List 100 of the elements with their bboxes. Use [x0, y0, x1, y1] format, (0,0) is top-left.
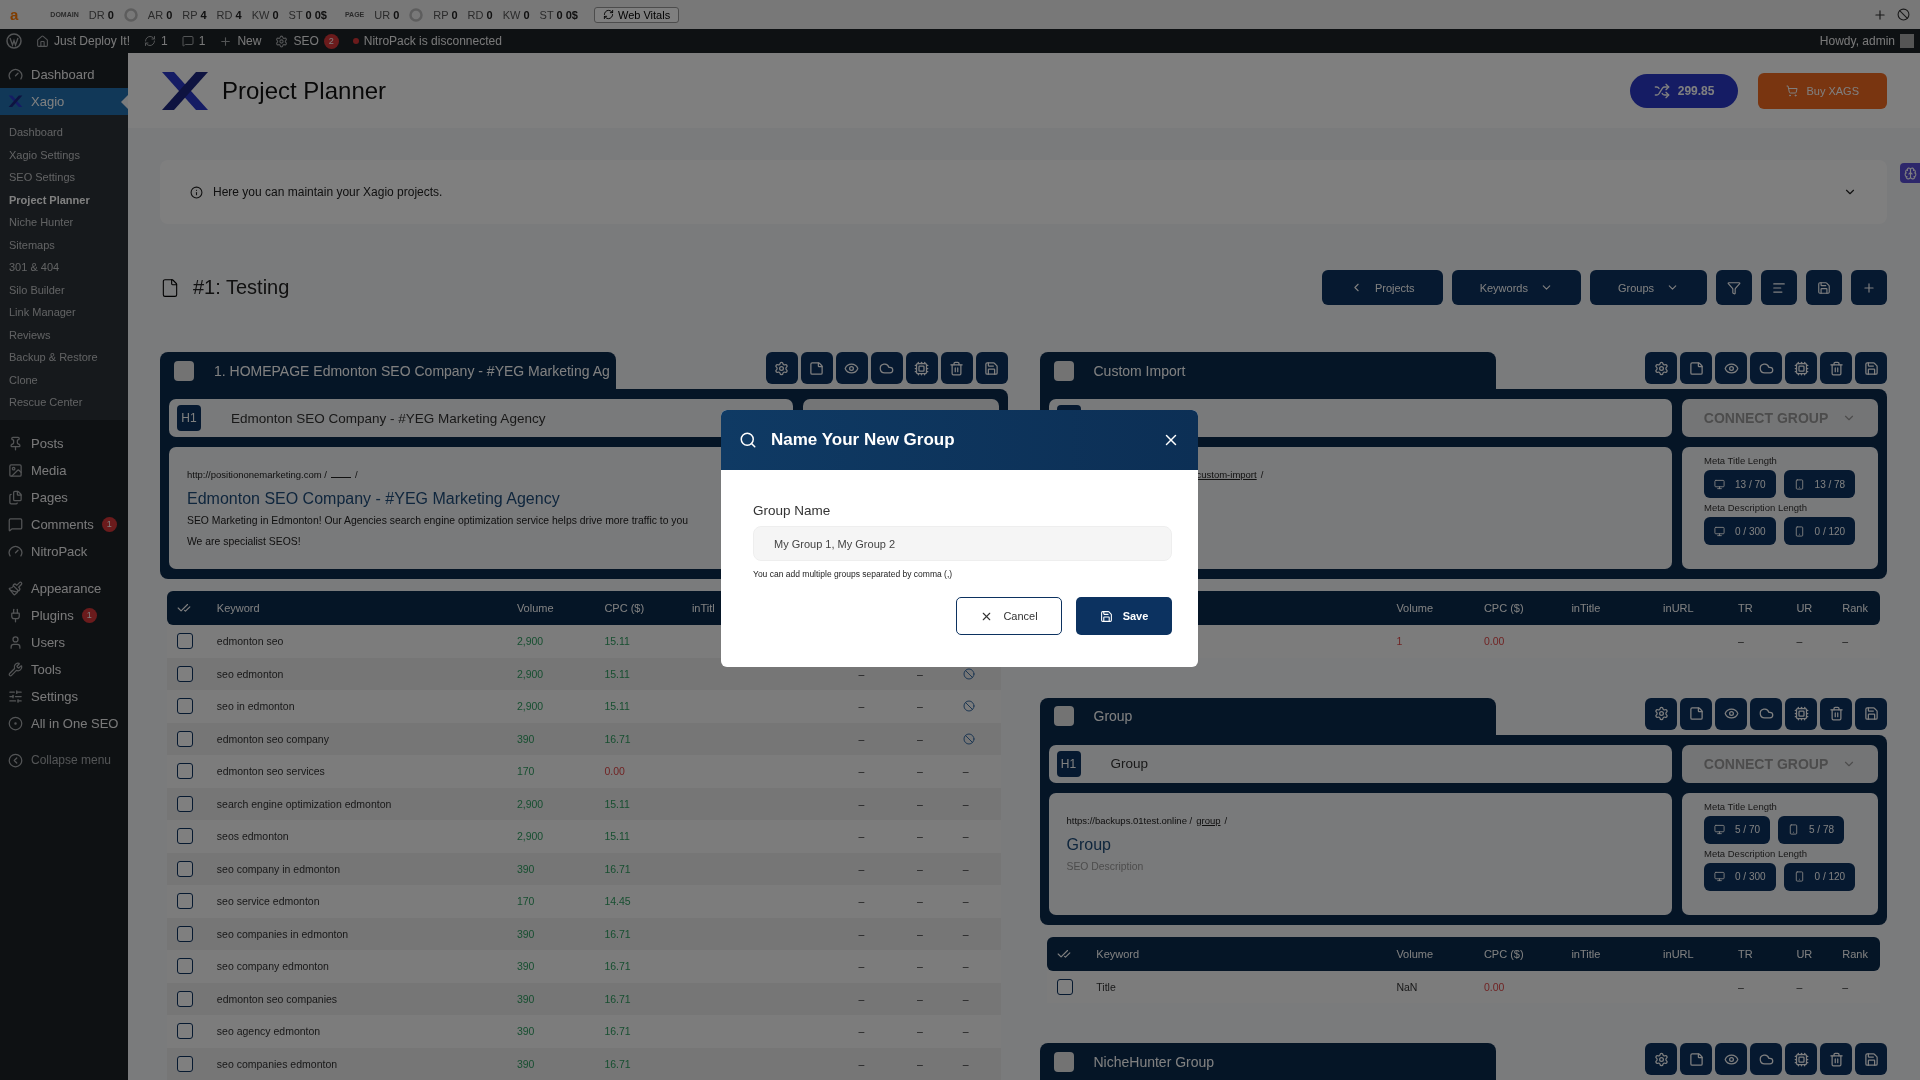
- balance-button[interactable]: 299.85: [1629, 73, 1739, 108]
- card-checkbox[interactable]: [1053, 1051, 1074, 1072]
- row-checkbox[interactable]: [177, 730, 193, 747]
- cloud-button[interactable]: [1750, 1043, 1782, 1075]
- card-checkbox[interactable]: [1053, 360, 1074, 381]
- card-checkbox[interactable]: [1053, 706, 1074, 726]
- double-check-icon[interactable]: [177, 601, 191, 615]
- row-checkbox[interactable]: [177, 990, 193, 1007]
- logo-icon[interactable]: [6, 33, 22, 49]
- settings-button[interactable]: [1645, 697, 1677, 730]
- save-button[interactable]: [1855, 352, 1887, 384]
- group-name-field[interactable]: My Group 1, My Group 2: [753, 526, 1172, 561]
- submenu-item[interactable]: SEO Settings: [0, 166, 128, 189]
- sidebar-item[interactable]: Tools: [0, 655, 128, 683]
- sort-button[interactable]: [1761, 270, 1797, 305]
- plus-icon[interactable]: [1873, 7, 1887, 22]
- submenu-item[interactable]: Sitemaps: [0, 233, 128, 256]
- sidebar-item[interactable]: Pages: [0, 483, 128, 511]
- settings-button[interactable]: [1645, 352, 1677, 384]
- buy-button[interactable]: Buy XAGS: [1758, 72, 1887, 109]
- trash-button[interactable]: [1820, 697, 1852, 730]
- filter-button[interactable]: [1716, 270, 1752, 305]
- settings-button[interactable]: [765, 352, 798, 384]
- submenu-item[interactable]: Dashboard: [0, 121, 128, 144]
- brain-button[interactable]: [1900, 163, 1920, 183]
- url-slug[interactable]: custom-import: [1196, 469, 1257, 480]
- save-button[interactable]: [1855, 1043, 1887, 1075]
- row-checkbox[interactable]: [177, 860, 193, 877]
- updates-link[interactable]: 1: [144, 34, 168, 48]
- chip-button[interactable]: [905, 352, 938, 384]
- chip-button[interactable]: [1785, 697, 1817, 730]
- note-button[interactable]: [1680, 697, 1712, 730]
- eye-button[interactable]: [1715, 697, 1747, 730]
- save-button[interactable]: [1806, 270, 1842, 305]
- sidebar-item[interactable]: Plugins 1: [0, 601, 128, 629]
- sidebar-item[interactable]: Xagio: [0, 88, 128, 115]
- dropdown-button[interactable]: Keywords: [1451, 270, 1581, 305]
- row-checkbox[interactable]: [177, 893, 193, 910]
- cloud-button[interactable]: [1750, 352, 1782, 384]
- row-checkbox[interactable]: [177, 1023, 193, 1040]
- row-checkbox[interactable]: [1056, 978, 1073, 995]
- sidebar-item[interactable]: Appearance: [0, 574, 128, 602]
- chip-button[interactable]: [1785, 1043, 1817, 1075]
- sidebar-item[interactable]: Dashboard: [0, 61, 128, 88]
- submenu-item[interactable]: Rescue Center: [0, 391, 128, 414]
- note-button[interactable]: [800, 352, 833, 384]
- submenu-item[interactable]: Reviews: [0, 323, 128, 346]
- new-link[interactable]: New: [219, 34, 262, 48]
- comments-link[interactable]: 1: [181, 34, 206, 48]
- sidebar-item[interactable]: Users: [0, 628, 128, 656]
- eye-button[interactable]: [1715, 1043, 1747, 1075]
- save-button[interactable]: Save: [1076, 597, 1172, 635]
- ban-icon[interactable]: [1897, 8, 1910, 21]
- row-checkbox[interactable]: [177, 925, 193, 942]
- url-slug[interactable]: group: [1196, 814, 1221, 826]
- row-checkbox[interactable]: [177, 795, 193, 812]
- web-vitals-button[interactable]: Web Vitals: [593, 6, 680, 23]
- submenu-item[interactable]: Link Manager: [0, 301, 128, 324]
- row-checkbox[interactable]: [177, 958, 193, 975]
- trash-button[interactable]: [1820, 352, 1852, 384]
- submenu-item[interactable]: 301 & 404: [0, 256, 128, 279]
- row-checkbox[interactable]: [177, 763, 193, 780]
- row-checkbox[interactable]: [177, 698, 193, 715]
- trash-button[interactable]: [1820, 1043, 1852, 1075]
- eye-button[interactable]: [835, 352, 868, 384]
- eye-button[interactable]: [1715, 352, 1747, 384]
- row-checkbox[interactable]: [177, 1055, 193, 1072]
- chip-button[interactable]: [1785, 352, 1817, 384]
- submenu-item[interactable]: Niche Hunter: [0, 211, 128, 234]
- card-checkbox[interactable]: [174, 360, 194, 381]
- site-link[interactable]: Just Deploy It!: [36, 34, 131, 48]
- row-checkbox[interactable]: [177, 665, 193, 682]
- account-menu[interactable]: Howdy, admin: [1819, 34, 1914, 48]
- cloud-button[interactable]: [870, 352, 903, 384]
- row-checkbox[interactable]: [177, 633, 193, 650]
- submenu-item[interactable]: Project Planner: [0, 188, 128, 211]
- submenu-item[interactable]: Silo Builder: [0, 278, 128, 301]
- trash-button[interactable]: [940, 352, 973, 384]
- note-button[interactable]: [1680, 352, 1712, 384]
- sidebar-item[interactable]: NitroPack: [0, 537, 128, 565]
- sidebar-item[interactable]: Media: [0, 456, 128, 484]
- sidebar-item[interactable]: All in One SEO: [0, 709, 128, 737]
- sidebar-item[interactable]: Comments 1: [0, 510, 128, 538]
- sidebar-item[interactable]: Posts: [0, 429, 128, 457]
- save-button[interactable]: [975, 352, 1008, 384]
- sidebar-item[interactable]: Settings: [0, 682, 128, 710]
- note-button[interactable]: [1680, 1043, 1712, 1075]
- back-button[interactable]: Projects: [1321, 270, 1443, 305]
- dropdown-button[interactable]: Groups: [1589, 270, 1707, 305]
- submenu-item[interactable]: Backup & Restore: [0, 346, 128, 369]
- cancel-button[interactable]: Cancel: [956, 597, 1062, 635]
- seo-menu[interactable]: SEO 2: [275, 33, 339, 49]
- add-button[interactable]: [1851, 270, 1887, 305]
- collapse-menu[interactable]: Collapse menu: [0, 746, 128, 774]
- settings-button[interactable]: [1645, 1043, 1677, 1075]
- submenu-item[interactable]: Clone: [0, 368, 128, 391]
- save-button[interactable]: [1855, 697, 1887, 730]
- notice-link[interactable]: NitroPack is disconnected: [352, 34, 502, 48]
- cloud-button[interactable]: [1750, 697, 1782, 730]
- row-checkbox[interactable]: [177, 828, 193, 845]
